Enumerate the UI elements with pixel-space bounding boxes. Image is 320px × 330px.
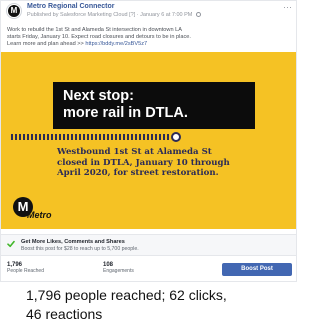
metro-wordmark: Metro — [27, 210, 52, 220]
page-avatar[interactable]: M — [6, 3, 22, 19]
announcement-line: closed in DTLA, January 10 through — [57, 157, 230, 168]
post-text-line: Work to rebuild the 1st St and Alameda S… — [7, 27, 182, 33]
checkmark-icon — [7, 240, 15, 248]
globe-icon — [195, 12, 201, 18]
post-text-line: Learn more and plan ahead >> https://bdd… — [7, 41, 292, 48]
boost-subtitle: Boost this post for $28 to reach up to 5… — [21, 246, 139, 252]
post-text-lead: Learn more and plan ahead >> — [7, 41, 86, 48]
image-caption: 1,796 people reached; 62 clicks, 46 reac… — [26, 286, 292, 324]
metro-logo: M Metro — [13, 197, 73, 221]
post-meta: Published by Salesforce Marketing Cloud … — [27, 12, 201, 18]
station-dot-icon — [171, 132, 181, 142]
page-name-link[interactable]: Metro Regional Connector — [27, 3, 115, 10]
boost-post-button[interactable]: Boost Post — [222, 263, 292, 276]
headline-line-2: more rail in DTLA. — [63, 105, 188, 121]
headline-box: Next stop: more rail in DTLA. — [53, 82, 255, 129]
announcement-line: April 2020, for street restoration. — [57, 168, 219, 179]
post-header: M Metro Regional Connector Published by … — [1, 1, 296, 23]
promo-image[interactable]: Next stop: more rail in DTLA. Westbound … — [1, 52, 296, 229]
caption-line-1: 1,796 people reached; 62 clicks, — [26, 287, 227, 303]
facebook-post-card: M Metro Regional Connector Published by … — [0, 0, 297, 282]
post-link[interactable]: https://bddy.me/2sBV5z7 — [85, 41, 147, 47]
engagements-stat: 108 Engagements — [103, 262, 134, 274]
post-text-line: starts Friday, January 10. Expect road c… — [7, 34, 191, 41]
boost-title: Get More Likes, Comments and Shares — [21, 239, 125, 245]
post-meta-text: Published by Salesforce Marketing Cloud … — [27, 12, 193, 18]
post-stats: 1,796 People Reached 108 Engagements Boo… — [1, 257, 296, 281]
people-reached-stat: 1,796 People Reached — [7, 262, 44, 274]
boost-suggestion: Get More Likes, Comments and Shares Boos… — [1, 234, 296, 256]
more-options-icon[interactable]: ··· — [283, 2, 292, 12]
announcement-line: Westbound 1st St at Alameda St — [57, 147, 212, 157]
headline-line-1: Next stop: — [63, 88, 134, 104]
rail-track-ticks — [11, 134, 171, 140]
metro-logo-icon: M — [8, 5, 20, 17]
post-text: Work to rebuild the 1st St and Alameda S… — [7, 27, 292, 49]
rail-route-graphic — [11, 132, 181, 142]
people-reached-label: People Reached — [7, 268, 44, 274]
caption-line-2: 46 reactions — [26, 306, 103, 322]
closure-announcement: Westbound 1st St at Alameda St closed in… — [57, 147, 287, 179]
engagements-label: Engagements — [103, 268, 134, 274]
